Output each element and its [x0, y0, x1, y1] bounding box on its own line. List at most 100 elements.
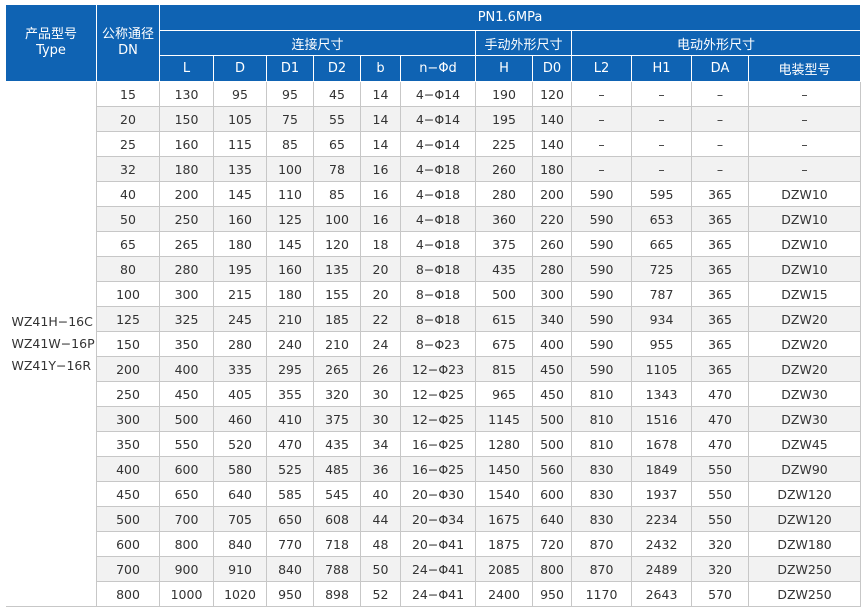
table-cell: – — [571, 81, 632, 107]
column-header: D0 — [532, 55, 572, 82]
table-cell: 653 — [631, 206, 692, 232]
table-cell: 1937 — [631, 481, 692, 507]
table-cell: 810 — [571, 431, 632, 457]
dn-cell: 100 — [96, 281, 160, 307]
table-cell: 1170 — [571, 581, 632, 607]
table-cell: 1540 — [475, 481, 533, 507]
product-models-cell: WZ41H−16C WZ41W−16P WZ41Y−16R — [5, 81, 97, 607]
table-cell: DZW20 — [748, 306, 862, 332]
table-cell: 640 — [532, 506, 572, 532]
table-cell: 220 — [532, 206, 572, 232]
table-cell: 335 — [213, 356, 267, 382]
spec-sheet: 产品型号 Type 公称通径 DN PN1.6MPa 连接尺寸 手动外形尺寸 电… — [0, 0, 863, 610]
table-cell: 295 — [266, 356, 314, 382]
table-cell: 45 — [313, 81, 361, 107]
table-cell: 650 — [266, 506, 314, 532]
table-row: 32 180 135 100 78 16 4−Φ18 260 180– – – – — [6, 156, 862, 182]
table-cell: – — [571, 131, 632, 157]
table-cell: 325 — [159, 306, 214, 332]
table-cell: 830 — [571, 506, 632, 532]
product-model: WZ41Y−16R — [11, 358, 92, 373]
table-cell: 100 — [266, 156, 314, 182]
dn-cell: 150 — [96, 331, 160, 357]
table-cell: 14 — [360, 106, 401, 132]
table-cell: 225 — [475, 131, 533, 157]
table-cell: 44 — [360, 506, 401, 532]
table-cell: 870 — [571, 531, 632, 557]
dn-label: DN — [118, 43, 138, 58]
table-cell: 160 — [266, 256, 314, 282]
table-cell: 460 — [213, 406, 267, 432]
table-cell: 190 — [475, 81, 533, 107]
table-cell: 135 — [313, 256, 361, 282]
table-cell: 340 — [532, 306, 572, 332]
manual-dims-header: 手动外形尺寸 — [475, 30, 572, 56]
table-row: 20 150 105 75 55 14 4−Φ14 195 140– – – – — [6, 106, 862, 132]
table-cell: 1280 — [475, 431, 533, 457]
table-cell: 1450 — [475, 456, 533, 482]
table-body: WZ41H−16C WZ41W−16P WZ41Y−16R 15 130 95 95 45 14… — [5, 81, 862, 607]
table-cell: – — [631, 156, 692, 182]
table-cell: DZW20 — [748, 331, 862, 357]
dn-cell: 80 — [96, 256, 160, 282]
dn-cell: 700 — [96, 556, 160, 582]
table-cell: 75 — [266, 106, 314, 132]
table-cell: 125 — [266, 206, 314, 232]
dn-cell: 32 — [96, 156, 160, 182]
table-cell: 1020 — [213, 581, 267, 607]
table-row: 600 800 840 770 718 48 20−Φ41 1875 720 870 2432 320… — [6, 531, 862, 557]
table-cell: 365 — [691, 256, 749, 282]
table-cell: 725 — [631, 256, 692, 282]
table-cell: 590 — [571, 206, 632, 232]
dn-cell: 400 — [96, 456, 160, 482]
table-cell: 365 — [691, 356, 749, 382]
table-row: 65 265 180 145 120 18 4−Φ18 375 260 590 665 365 DZW1… — [6, 231, 862, 257]
product-model: WZ41H−16C — [11, 314, 93, 329]
table-cell: 245 — [213, 306, 267, 332]
table-cell: 600 — [159, 456, 214, 482]
table-cell: 450 — [532, 381, 572, 407]
table-cell: 955 — [631, 331, 692, 357]
table-cell: – — [631, 106, 692, 132]
table-cell: 500 — [159, 406, 214, 432]
dn-cell: 350 — [96, 431, 160, 457]
table-cell: 52 — [360, 581, 401, 607]
table-cell: 718 — [313, 531, 361, 557]
table-cell: 20 — [360, 256, 401, 282]
dn-cell: 15 — [96, 81, 160, 107]
table-cell: 1000 — [159, 581, 214, 607]
table-cell: 525 — [266, 456, 314, 482]
table-cell: 180 — [213, 231, 267, 257]
table-cell: 615 — [475, 306, 533, 332]
table-cell: 34 — [360, 431, 401, 457]
table-row: 400 600 580 525 485 36 16−Φ25 1450 560 830 1849 550… — [6, 456, 862, 482]
table-cell: 12−Φ25 — [400, 381, 476, 407]
table-cell: 485 — [313, 456, 361, 482]
table-cell: 800 — [159, 531, 214, 557]
type-label: Type — [36, 43, 66, 58]
column-header: D — [213, 55, 267, 82]
table-cell: 560 — [532, 456, 572, 482]
table-row: 40 200 145 110 85 16 4−Φ18 280 200 590 595 365 DZW10 — [6, 181, 862, 207]
column-header: D1 — [266, 55, 314, 82]
valve-dimension-table: 产品型号 Type 公称通径 DN PN1.6MPa 连接尺寸 手动外形尺寸 电… — [5, 4, 862, 607]
table-cell: 500 — [532, 406, 572, 432]
table-row: 25 160 115 85 65 14 4−Φ14 225 140– – – – — [6, 131, 862, 157]
table-cell: 550 — [691, 456, 749, 482]
table-cell: 24 — [360, 331, 401, 357]
product-model-label: 产品型号 — [24, 27, 77, 42]
table-cell: 650 — [159, 481, 214, 507]
table-cell: 350 — [159, 331, 214, 357]
table-cell: 365 — [691, 281, 749, 307]
table-cell: 48 — [360, 531, 401, 557]
table-cell: 200 — [159, 181, 214, 207]
table-cell: – — [691, 131, 749, 157]
dn-cell: 40 — [96, 181, 160, 207]
table-cell: 140 — [532, 106, 572, 132]
table-cell: 1875 — [475, 531, 533, 557]
table-cell: 470 — [691, 381, 749, 407]
table-cell: 20−Φ41 — [400, 531, 476, 557]
table-cell: 355 — [266, 381, 314, 407]
column-header: D2 — [313, 55, 361, 82]
table-cell: 2400 — [475, 581, 533, 607]
